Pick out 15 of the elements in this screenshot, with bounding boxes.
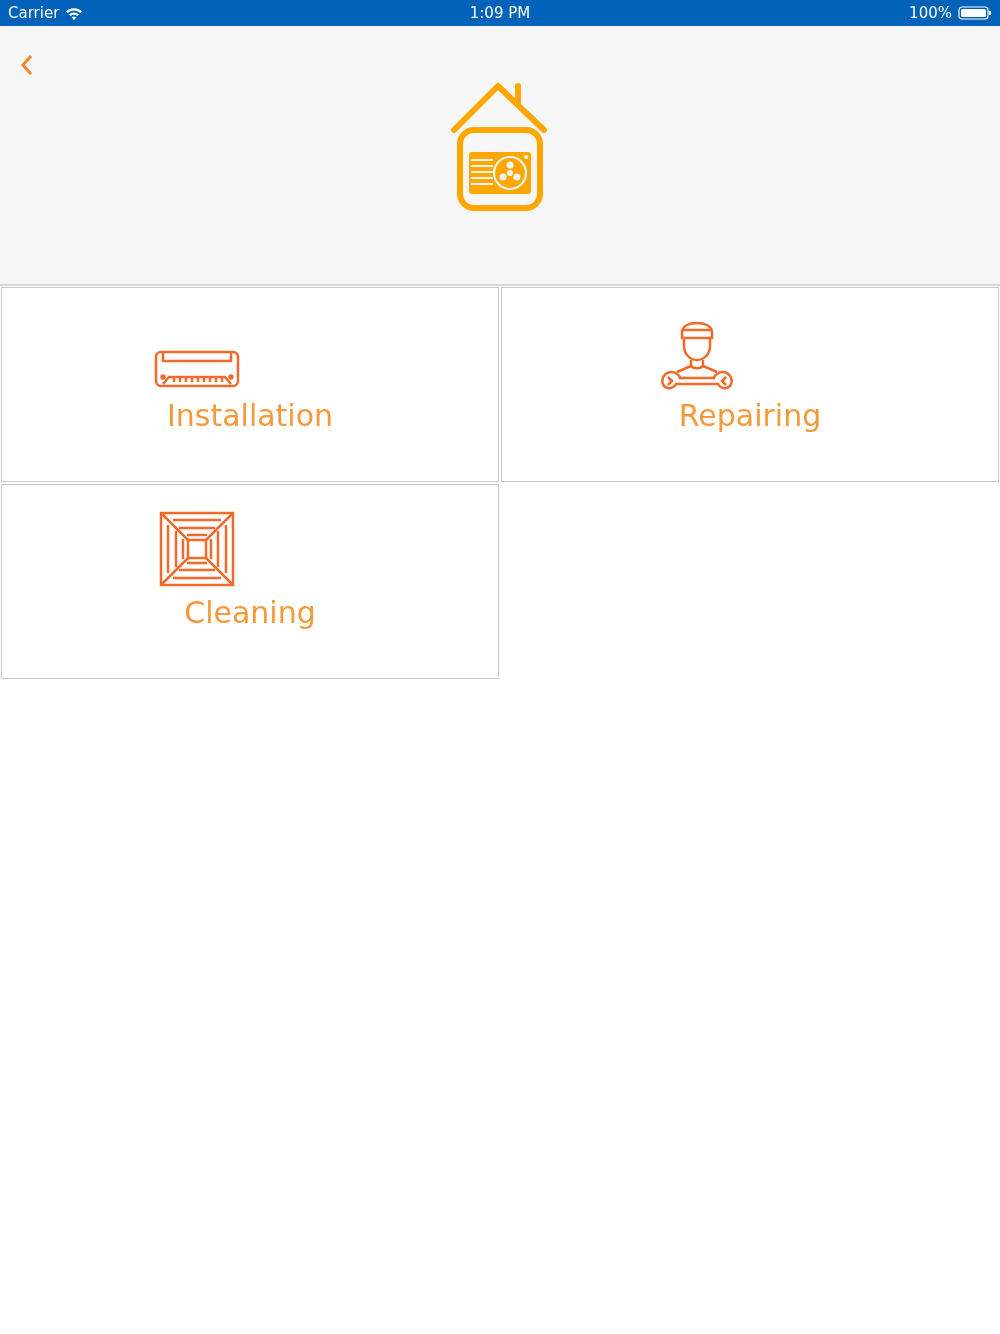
battery-percentage: 100% [909,4,952,22]
air-conditioner-icon [154,350,240,390]
service-label: Repairing [678,398,822,433]
service-label: Cleaning [184,595,316,630]
battery-icon [958,6,992,20]
service-tile[interactable]: Repairing [501,287,999,482]
wifi-icon [65,6,84,20]
carrier-label: Carrier [8,4,60,22]
service-tile[interactable]: Installation [1,287,499,482]
clock-time: 1:09 PM [469,4,531,22]
air-vent-icon [159,511,235,587]
service-tile[interactable]: Cleaning [1,484,499,679]
house-air-conditioner-icon [450,80,550,212]
service-label: Installation [166,398,334,433]
back-chevron-icon [20,54,34,76]
